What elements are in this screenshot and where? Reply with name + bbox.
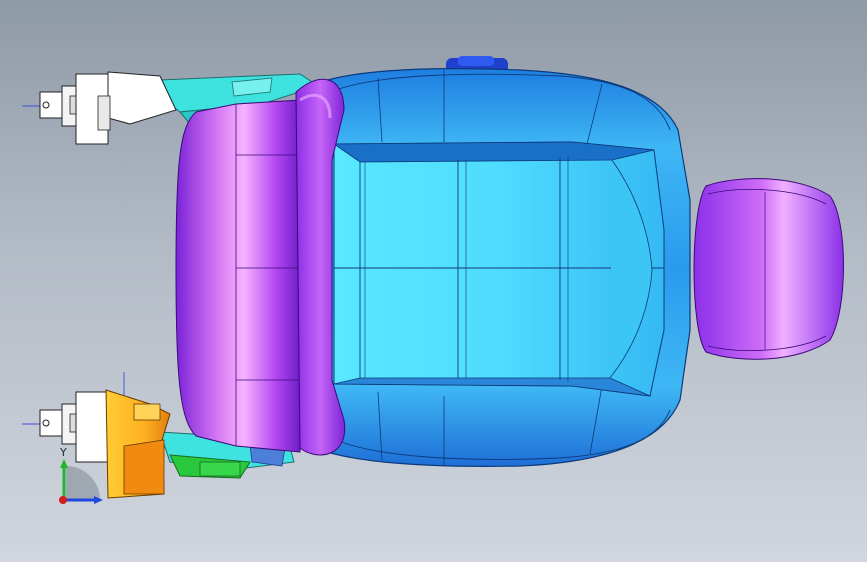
headrest[interactable] [693,178,844,360]
seat-model-scene[interactable]: Y [0,0,867,562]
seat-side-frame[interactable] [175,99,301,453]
y-axis-arrowhead [60,459,68,468]
upper-mount-bracket[interactable] [22,71,177,145]
y-axis-label: Y [59,446,67,459]
cad-3d-viewport[interactable]: Y [0,0,867,562]
z-axis-dot [59,496,67,504]
orange-latch-part[interactable] [105,389,171,499]
seat-cushion[interactable] [332,141,665,397]
